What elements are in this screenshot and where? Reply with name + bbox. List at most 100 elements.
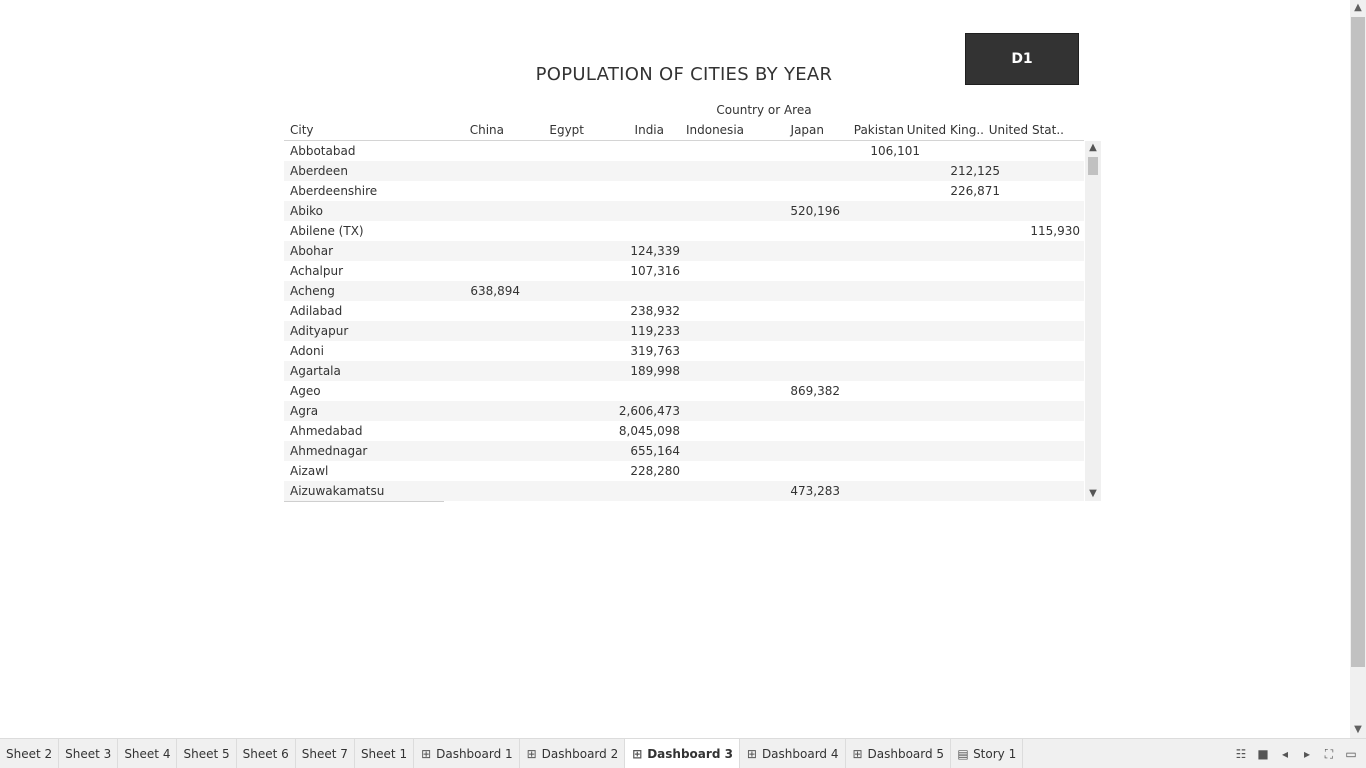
city-cell[interactable]: Ahmednagar <box>290 444 367 458</box>
scroll-down-icon[interactable]: ▼ <box>1350 722 1366 738</box>
table-row[interactable]: Achalpur 107,316 <box>284 261 1084 281</box>
table-row[interactable]: Abiko 520,196 <box>284 201 1084 221</box>
city-cell[interactable]: Adilabad <box>290 304 342 318</box>
column-group-header: Country or Area <box>716 103 812 117</box>
next-sheet-icon[interactable]: ▸ <box>1296 747 1318 761</box>
table-row[interactable]: Aizawl 228,280 <box>284 461 1084 481</box>
tab-dashboard-3[interactable]: ⊞ Dashboard 3 <box>625 739 740 768</box>
population-cell[interactable]: 212,125 <box>950 164 1000 178</box>
population-cell[interactable]: 8,045,098 <box>619 424 680 438</box>
tab-sheet-4[interactable]: Sheet 4 <box>118 739 178 768</box>
population-cell[interactable]: 226,871 <box>950 184 1000 198</box>
show-filmstrip-icon[interactable]: ☷ <box>1230 747 1252 761</box>
table-row[interactable]: Abbotabad 106,101 <box>284 141 1084 161</box>
city-cell[interactable]: Ahmedabad <box>290 424 362 438</box>
tab-sheet-6[interactable]: Sheet 6 <box>237 739 296 768</box>
population-cell[interactable]: 319,763 <box>630 344 680 358</box>
table-scroll-thumb[interactable] <box>1088 157 1098 175</box>
previous-sheet-icon[interactable]: ◂ <box>1274 747 1296 761</box>
tab-sheet-5[interactable]: Sheet 5 <box>177 739 237 768</box>
tab-dashboard-2[interactable]: ⊞ Dashboard 2 <box>520 739 626 768</box>
population-cell[interactable]: 115,930 <box>1030 224 1080 238</box>
table-row[interactable]: Acheng 638,894 <box>284 281 1084 301</box>
city-cell[interactable]: Adityapur <box>290 324 348 338</box>
city-cell[interactable]: Agartala <box>290 364 341 378</box>
city-cell[interactable]: Aberdeen <box>290 164 348 178</box>
population-cell[interactable]: 124,339 <box>630 244 680 258</box>
tab-dashboard-1[interactable]: ⊞ Dashboard 1 <box>414 739 520 768</box>
tab-label: Dashboard 1 <box>436 746 513 761</box>
table-row[interactable]: Abohar 124,339 <box>284 241 1084 261</box>
column-header[interactable]: Pakistan <box>854 123 904 137</box>
population-cell[interactable]: 473,283 <box>790 484 840 498</box>
table-row[interactable]: Adityapur 119,233 <box>284 321 1084 341</box>
column-header[interactable]: United King.. <box>907 123 984 137</box>
city-cell[interactable]: Ageo <box>290 384 321 398</box>
column-header[interactable]: China <box>470 123 504 137</box>
tab-sheet-3[interactable]: Sheet 3 <box>59 739 119 768</box>
page-scrollbar[interactable]: ▲ ▼ <box>1350 0 1366 738</box>
table-row[interactable]: Aberdeenshire 226,871 <box>284 181 1084 201</box>
tab-story-1[interactable]: ▤ Story 1 <box>951 739 1024 768</box>
column-header[interactable]: Egypt <box>549 123 584 137</box>
scroll-down-icon[interactable]: ▼ <box>1085 487 1101 501</box>
city-cell[interactable]: Aberdeenshire <box>290 184 377 198</box>
table-row[interactable]: Aberdeen 212,125 <box>284 161 1084 181</box>
population-cell[interactable]: 228,280 <box>630 464 680 478</box>
city-cell[interactable]: Acheng <box>290 284 335 298</box>
page-scroll-thumb[interactable] <box>1351 17 1365 667</box>
table-row[interactable]: Ageo 869,382 <box>284 381 1084 401</box>
table-scrollbar[interactable]: ▲ ▼ <box>1085 141 1101 501</box>
population-cell[interactable]: 238,932 <box>630 304 680 318</box>
city-cell[interactable]: Aizuwakamatsu <box>290 484 384 498</box>
city-cell[interactable]: Adoni <box>290 344 324 358</box>
city-cell[interactable]: Abbotabad <box>290 144 355 158</box>
show-tabs-icon[interactable]: ■ <box>1252 747 1274 761</box>
column-header[interactable]: Japan <box>791 123 824 137</box>
city-cell[interactable]: Achalpur <box>290 264 343 278</box>
table-row[interactable]: Ahmedabad 8,045,098 <box>284 421 1084 441</box>
population-cell[interactable]: 106,101 <box>870 144 920 158</box>
population-cell[interactable]: 189,998 <box>630 364 680 378</box>
population-cell[interactable]: 869,382 <box>790 384 840 398</box>
table-row[interactable]: Agartala 189,998 <box>284 361 1084 381</box>
city-cell[interactable]: Agra <box>290 404 318 418</box>
city-cell[interactable]: Aizawl <box>290 464 328 478</box>
population-cell[interactable]: 655,164 <box>630 444 680 458</box>
population-cell[interactable]: 119,233 <box>630 324 680 338</box>
population-cell[interactable]: 638,894 <box>470 284 520 298</box>
tab-controls: ☷ ■ ◂ ▸ ⛶ ▭ <box>1230 739 1362 768</box>
city-cell[interactable]: Abilene (TX) <box>290 224 364 238</box>
population-cell[interactable]: 520,196 <box>790 204 840 218</box>
tab-sheet-1[interactable]: Sheet 1 <box>355 739 415 768</box>
table-row[interactable]: Agra 2,606,473 <box>284 401 1084 421</box>
population-cell[interactable]: 2,606,473 <box>619 404 680 418</box>
presentation-mode-icon[interactable]: ▭ <box>1340 747 1362 761</box>
tab-label: Sheet 3 <box>65 746 112 761</box>
fit-screen-icon[interactable]: ⛶ <box>1318 747 1340 762</box>
tab-sheet-7[interactable]: Sheet 7 <box>296 739 355 768</box>
row-header-city[interactable]: City <box>290 123 314 137</box>
scroll-up-icon[interactable]: ▲ <box>1350 0 1366 16</box>
dashboard-icon: ⊞ <box>852 746 863 761</box>
city-cell[interactable]: Abohar <box>290 244 333 258</box>
tab-label: Dashboard 3 <box>647 746 733 761</box>
table-row[interactable]: Adoni 319,763 <box>284 341 1084 361</box>
scroll-up-icon[interactable]: ▲ <box>1085 141 1101 155</box>
column-header[interactable]: Indonesia <box>686 123 744 137</box>
city-cell[interactable]: Abiko <box>290 204 323 218</box>
tab-label: Dashboard 2 <box>541 746 619 761</box>
story-icon: ▤ <box>957 746 969 761</box>
column-header[interactable]: India <box>635 123 664 137</box>
column-header[interactable]: United Stat.. <box>989 123 1064 137</box>
tab-label: Sheet 7 <box>301 746 348 761</box>
table-row[interactable]: Abilene (TX) 115,930 <box>284 221 1084 241</box>
table-row[interactable]: Adilabad 238,932 <box>284 301 1084 321</box>
tab-dashboard-4[interactable]: ⊞ Dashboard 4 <box>740 739 846 768</box>
crosstab-body: Abbotabad 106,101 Aberdeen 212,125 Aberdeens… <box>284 141 1084 501</box>
tab-dashboard-5[interactable]: ⊞ Dashboard 5 <box>846 739 952 768</box>
table-row[interactable]: Ahmednagar 655,164 <box>284 441 1084 461</box>
population-cell[interactable]: 107,316 <box>630 264 680 278</box>
table-row[interactable]: Aizuwakamatsu 473,283 <box>284 481 1084 501</box>
tab-sheet-2[interactable]: Sheet 2 <box>0 739 60 768</box>
